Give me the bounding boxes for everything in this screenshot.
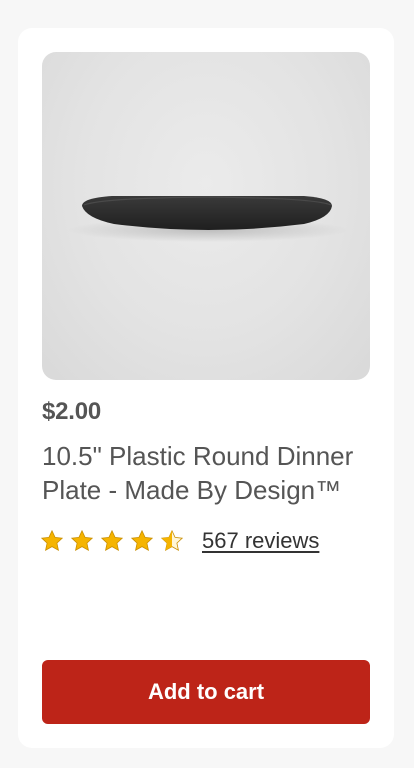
rating-row: 567 reviews <box>40 524 319 558</box>
product-price: $2.00 <box>42 398 102 425</box>
star-half-icon <box>160 529 184 553</box>
star-full-icon <box>130 529 154 553</box>
add-to-cart-button[interactable]: Add to cart <box>42 660 370 724</box>
star-full-icon <box>100 529 124 553</box>
star-full-icon <box>70 529 94 553</box>
reviews-link[interactable]: 567 reviews <box>202 528 319 554</box>
star-full-icon <box>40 529 64 553</box>
star-rating <box>40 529 190 553</box>
product-title[interactable]: 10.5" Plastic Round Dinner Plate - Made … <box>42 439 372 507</box>
dinner-plate-image <box>68 196 348 242</box>
product-image[interactable] <box>42 52 370 380</box>
product-card: $2.00 10.5" Plastic Round Dinner Plate -… <box>18 28 394 748</box>
